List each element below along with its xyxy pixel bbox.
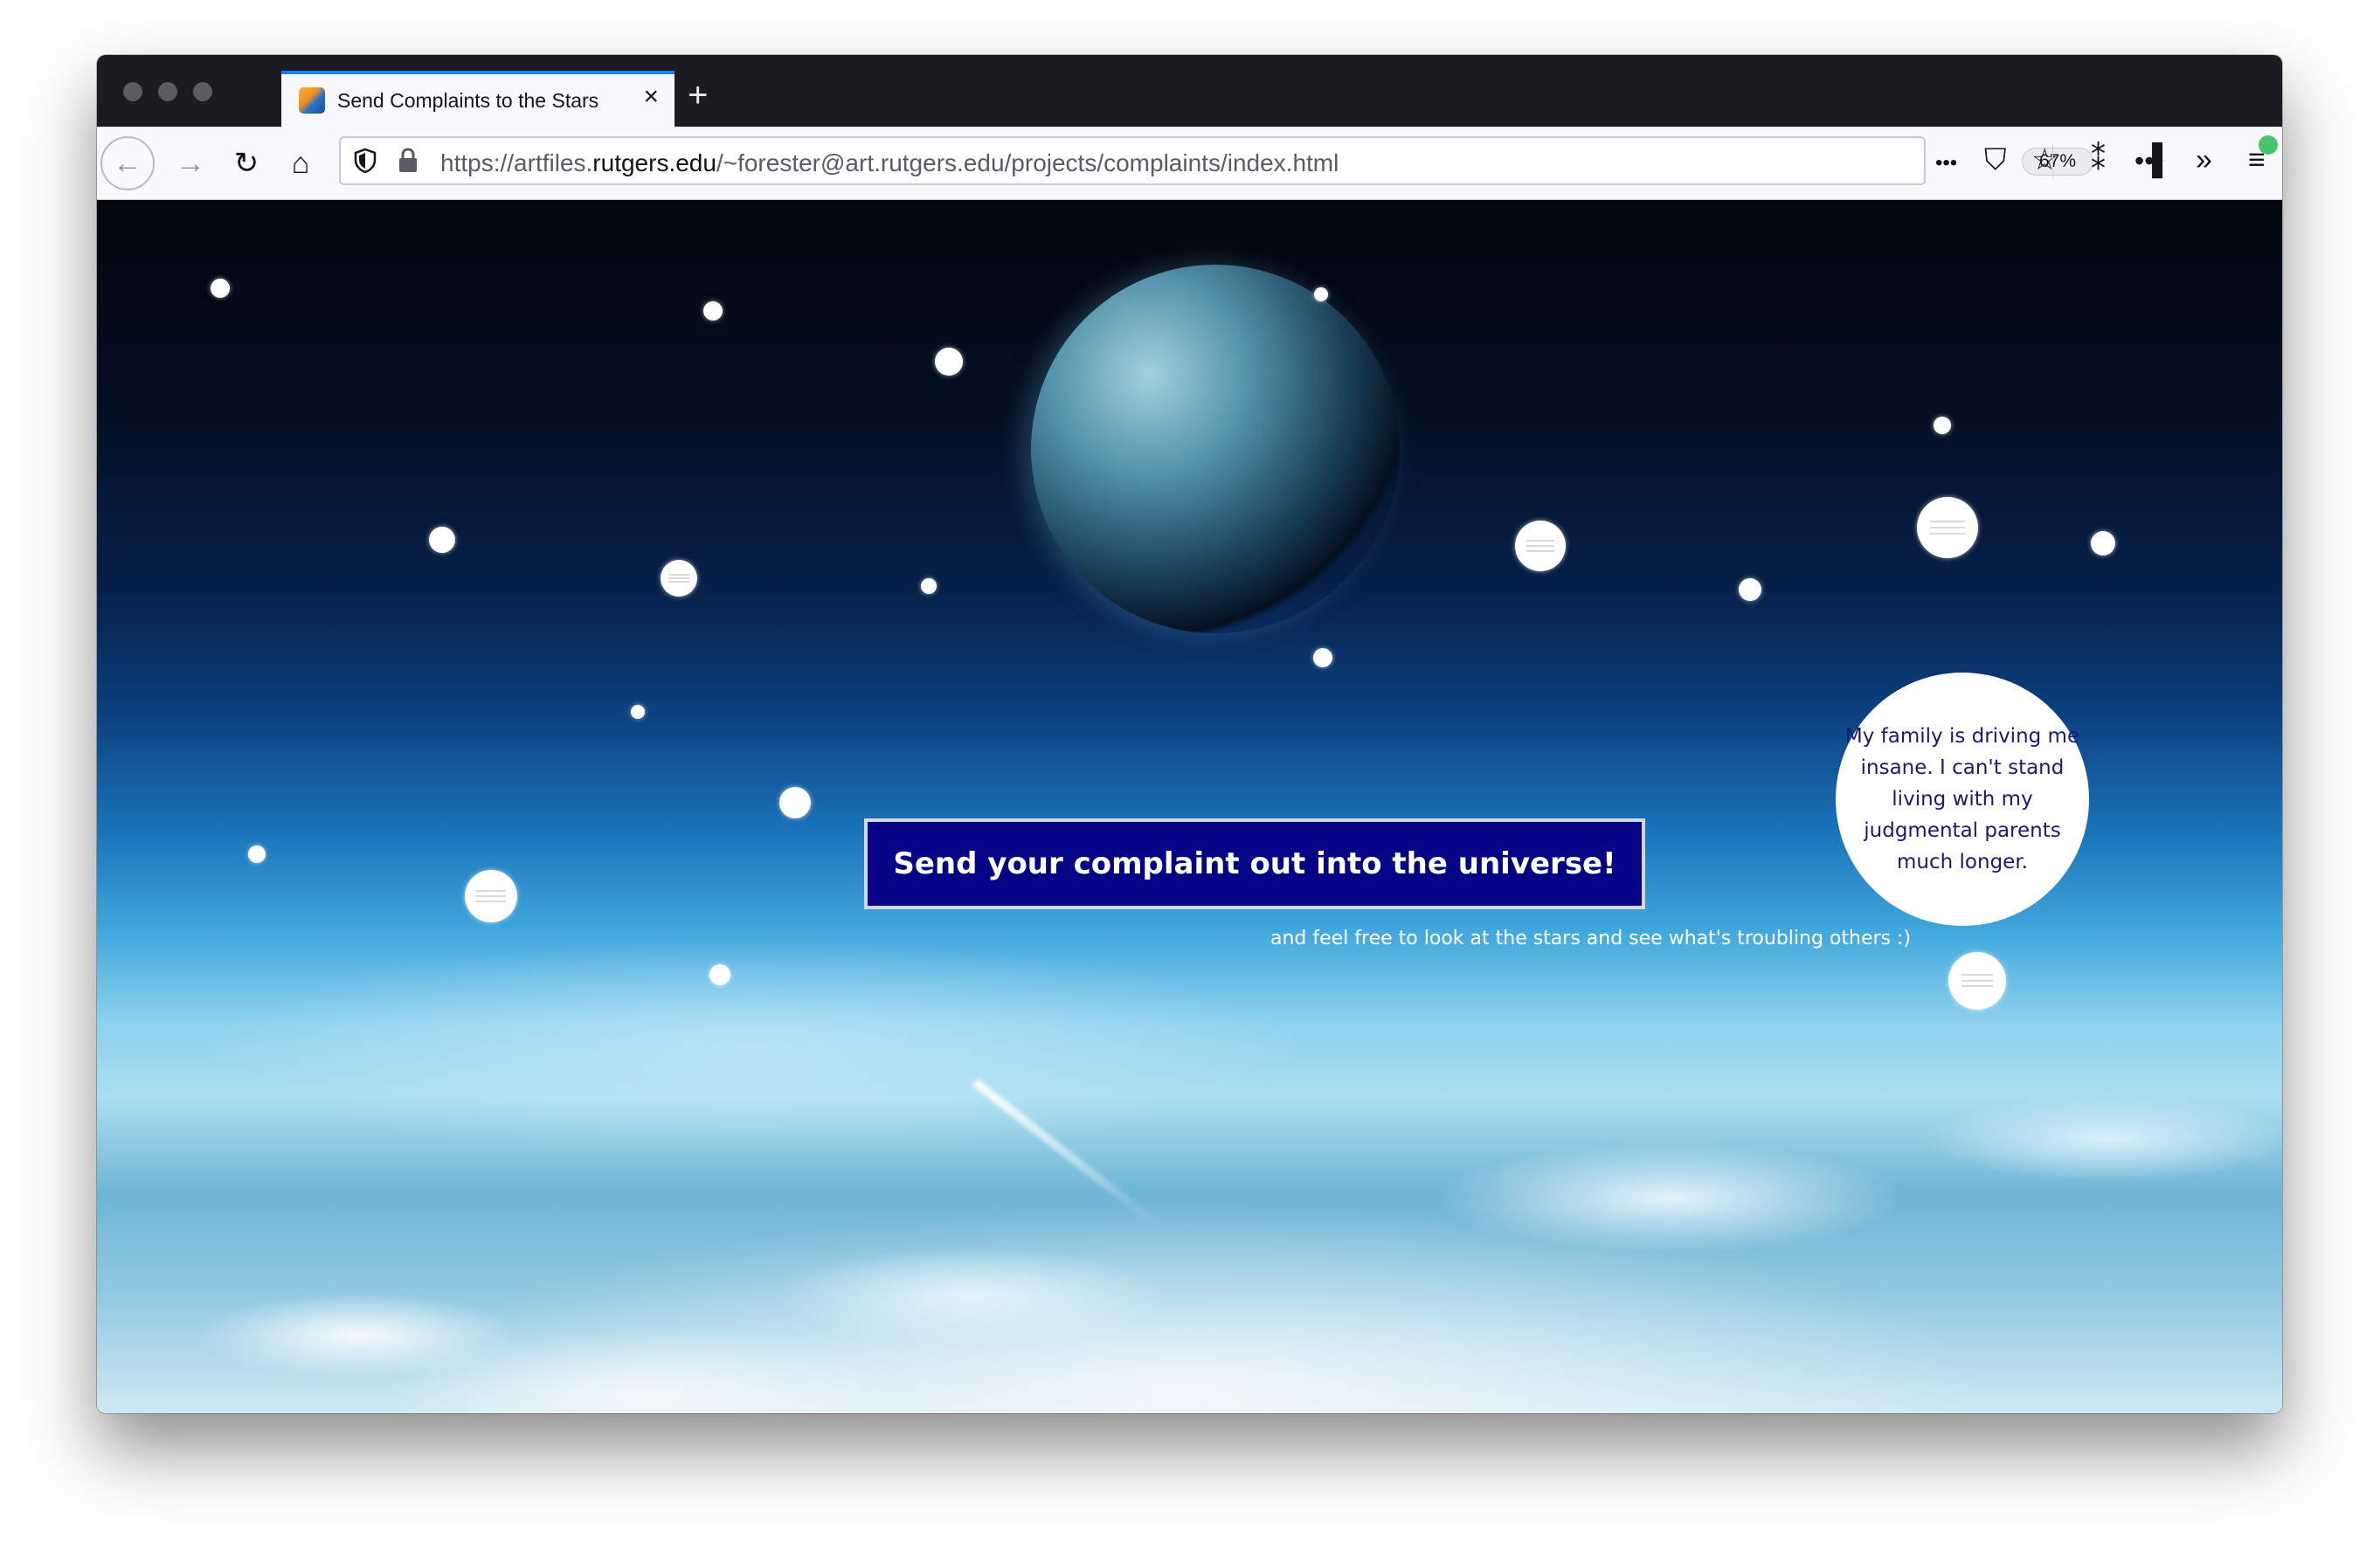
complaint-star[interactable] xyxy=(631,705,645,719)
complaint-star[interactable] xyxy=(429,527,455,553)
reload-icon: ↻ xyxy=(233,147,259,180)
overflow-menu-icon[interactable]: » xyxy=(2196,142,2212,177)
url-path: /~forester@art.rutgers.edu/projects/comp… xyxy=(716,149,1339,176)
back-arrow-icon: ← xyxy=(113,146,142,180)
page-actions-more-icon[interactable]: ••• xyxy=(1935,146,1957,181)
browser-window: Send Complaints to the Stars × + ← → ↻ ⌂ xyxy=(97,55,2282,1413)
tab-title: Send Complaints to the Stars xyxy=(337,88,599,112)
complaint-star[interactable] xyxy=(465,870,517,922)
subtitle-text: and feel free to look at the stars and s… xyxy=(1270,928,1911,949)
url-bar[interactable]: https://artfiles.rutgers.edu/~forester@a… xyxy=(339,136,2164,185)
sidebar-icon[interactable]: ▐ xyxy=(2141,142,2162,177)
close-tab-icon[interactable]: × xyxy=(643,84,659,110)
tab-active[interactable]: Send Complaints to the Stars × xyxy=(281,71,675,127)
complaint-bubble[interactable]: My family is driving me insane. I can't … xyxy=(1836,673,2089,926)
zoom-window-dot[interactable] xyxy=(193,82,212,101)
home-button[interactable]: ⌂ xyxy=(276,139,325,188)
complaint-text: My family is driving me insane. I can't … xyxy=(1844,725,2080,873)
bookmark-star-icon[interactable]: ☆ xyxy=(2031,142,2058,177)
reload-button[interactable]: ↻ xyxy=(222,139,271,188)
minimize-window-dot[interactable] xyxy=(158,82,177,101)
page-content: Send your complaint out into the univers… xyxy=(97,200,2282,1413)
complaint-star[interactable] xyxy=(1314,287,1328,301)
complaint-star[interactable] xyxy=(1515,521,1566,571)
complaint-star[interactable] xyxy=(779,787,811,818)
toolbar-divider xyxy=(2052,144,2053,179)
url-text[interactable]: https://artfiles.rutgers.edu/~forester@a… xyxy=(440,149,1339,177)
favicon-icon xyxy=(299,87,325,114)
send-complaint-button[interactable]: Send your complaint out into the univers… xyxy=(864,818,1645,909)
complaint-star[interactable] xyxy=(661,560,697,597)
lock-icon[interactable] xyxy=(397,147,419,175)
forward-arrow-icon: → xyxy=(176,146,205,180)
complaint-star[interactable] xyxy=(921,578,937,594)
forward-button[interactable]: → xyxy=(166,139,215,188)
shield-icon[interactable] xyxy=(353,148,377,174)
clouds-image xyxy=(97,1021,2282,1413)
extension-icon[interactable]: ⁑ xyxy=(2091,142,2106,177)
complaint-star[interactable] xyxy=(1917,497,1978,558)
complaint-star[interactable] xyxy=(935,348,963,376)
close-window-dot[interactable] xyxy=(123,82,142,101)
complaint-star[interactable] xyxy=(2091,531,2115,556)
planet-image xyxy=(1031,265,1400,633)
url-domain: rutgers.edu xyxy=(592,149,716,176)
back-button[interactable]: ← xyxy=(100,136,155,190)
complaint-star[interactable] xyxy=(1739,578,1761,601)
home-icon: ⌂ xyxy=(291,146,310,180)
complaint-star[interactable] xyxy=(248,846,266,863)
update-badge-icon xyxy=(2259,135,2278,155)
url-prefix: https://artfiles. xyxy=(440,149,593,176)
pocket-icon[interactable]: ⛉ xyxy=(1984,142,2007,177)
complaint-star[interactable] xyxy=(1948,952,2006,1010)
new-tab-icon[interactable]: + xyxy=(688,78,708,113)
complaint-star[interactable] xyxy=(709,964,730,985)
complaint-star[interactable] xyxy=(211,279,230,298)
complaint-star[interactable] xyxy=(1313,648,1332,667)
nav-bar: ← → ↻ ⌂ https://artfiles.rutgers.edu/~fo… xyxy=(97,127,2282,200)
complaint-star[interactable] xyxy=(1934,417,1951,434)
complaint-star[interactable] xyxy=(703,301,723,321)
tab-strip: Send Complaints to the Stars × + xyxy=(97,55,2282,127)
